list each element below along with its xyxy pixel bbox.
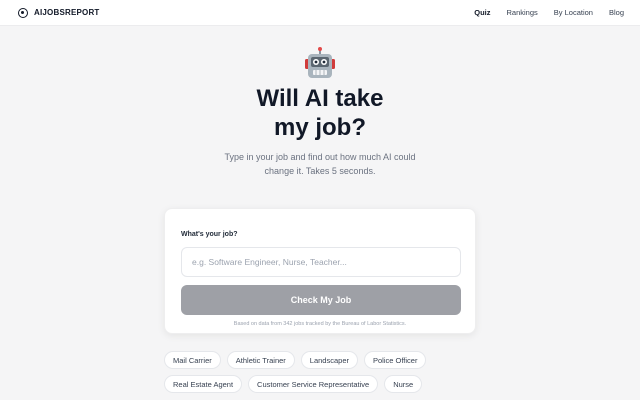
page-subtitle: Type in your job and find out how much A… — [200, 150, 440, 178]
target-icon — [18, 7, 28, 18]
check-my-job-button[interactable]: Check My Job — [181, 285, 461, 315]
brand-logo[interactable]: AIJOBSREPORT — [18, 7, 100, 18]
job-search-card: What's your job? Check My Job Based on d… — [164, 208, 476, 334]
suggestion-chip[interactable]: Real Estate Agent — [164, 375, 243, 393]
page-subtitle-line-2: change it. Takes 5 seconds. — [264, 166, 376, 176]
nav-link-quiz[interactable]: Quiz — [474, 8, 490, 17]
top-nav: AIJOBSREPORT Quiz Rankings By Location B… — [0, 0, 640, 26]
suggestion-chip[interactable]: Police Officer — [364, 351, 427, 369]
nav-link-blog[interactable]: Blog — [609, 8, 624, 17]
suggestion-chip[interactable]: Athletic Trainer — [226, 351, 295, 369]
suggestion-chip[interactable]: Customer Service Representative — [248, 375, 379, 393]
nav-links: Quiz Rankings By Location Blog — [474, 8, 624, 17]
brand-name: AIJOBSREPORT — [34, 8, 100, 17]
page-subtitle-line-1: Type in your job and find out how much A… — [224, 152, 416, 162]
data-source-note: Based on data from 342 jobs tracked by t… — [233, 321, 407, 327]
job-input[interactable] — [181, 247, 461, 277]
page-title-line-1: Will AI take — [256, 85, 384, 112]
page-title-line-2: my job? — [273, 114, 366, 141]
page-title: Will AI take my job? — [0, 84, 640, 142]
suggestion-chip[interactable]: Nurse — [384, 375, 423, 393]
suggestion-chip[interactable]: Mail Carrier — [164, 351, 221, 369]
job-suggestions: Mail Carrier Athletic Trainer Landscaper… — [164, 351, 484, 393]
nav-link-by-location[interactable]: By Location — [554, 8, 593, 17]
hero: Will AI take my job? Type in your job an… — [0, 46, 640, 178]
job-field-label: What's your job? — [181, 231, 238, 238]
suggestion-chip[interactable]: Landscaper — [300, 351, 358, 369]
nav-link-rankings[interactable]: Rankings — [507, 8, 538, 17]
robot-icon — [305, 47, 335, 78]
